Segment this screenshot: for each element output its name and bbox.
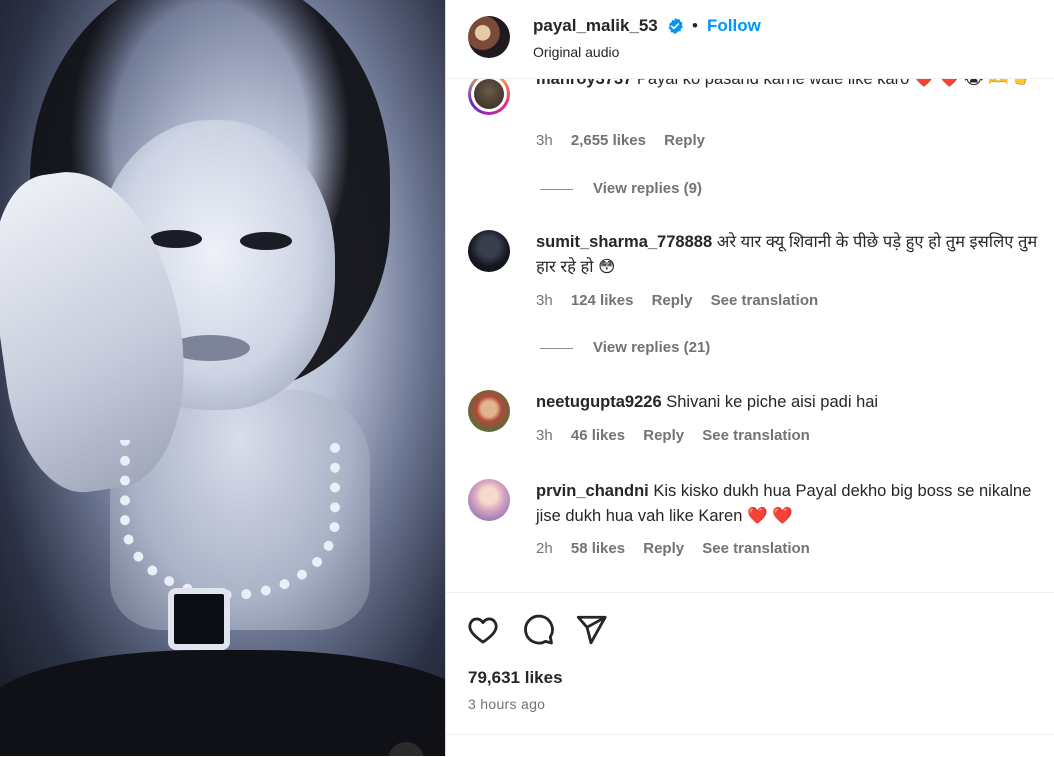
comment-time: 3h (536, 427, 553, 444)
share-icon[interactable] (574, 613, 608, 647)
comment-time: 3h (536, 132, 553, 149)
see-translation-button[interactable]: See translation (702, 427, 810, 444)
comment-likes[interactable]: 124 likes (571, 292, 634, 309)
author-username[interactable]: payal_malik_53 (533, 16, 658, 36)
comment-time: 3h (536, 292, 553, 309)
comment-meta: 2h 58 likes Reply See translation (536, 540, 824, 557)
follow-button[interactable]: Follow (707, 16, 761, 36)
heart-icon[interactable] (466, 613, 500, 647)
see-translation-button[interactable]: See translation (711, 292, 819, 309)
media-eye (240, 232, 292, 250)
comment-likes[interactable]: 58 likes (571, 540, 625, 557)
see-translation-button[interactable]: See translation (702, 540, 810, 557)
author-avatar[interactable] (468, 16, 510, 58)
comment-reply-button[interactable]: Reply (643, 540, 684, 557)
view-replies-label: View replies (9) (593, 180, 702, 197)
comment-username[interactable]: sumit_sharma_778888 (536, 233, 712, 251)
comment-avatar-story-ring[interactable] (468, 79, 510, 115)
comment-body: Shivani ke piche aisi padi hai (666, 393, 879, 411)
comment-meta: 3h 2,655 likes Reply (536, 132, 719, 149)
comment-meta: 3h 124 likes Reply See translation (536, 292, 832, 309)
comment-username[interactable]: neetugupta9226 (536, 393, 662, 411)
post-time: 3 hours ago (468, 696, 546, 712)
comment-time: 2h (536, 540, 553, 557)
separator-dot: • (692, 16, 698, 35)
comment-icon[interactable] (521, 613, 555, 647)
post-header: payal_malik_53 • Follow Original audio (446, 0, 1054, 79)
comments-list[interactable]: manroy3737 Payal ko pasand karne wale li… (446, 79, 1054, 591)
media-necklace (120, 440, 340, 600)
comment-text: manroy3737 Payal ko pasand karne wale li… (536, 79, 1054, 92)
post-panel: manroy3737 Payal ko pasand karne wale li… (446, 0, 1054, 757)
comment-text: prvin_chandni Kis kisko dukh hua Payal d… (536, 479, 1054, 529)
audio-label[interactable]: Original audio (533, 44, 619, 60)
comment-text: sumit_sharma_778888 अरे यार क्यू शिवानी … (536, 230, 1054, 280)
media-pendant (168, 588, 230, 650)
comment-text: neetugupta9226 Shivani ke piche aisi pad… (536, 390, 1054, 415)
reel-media[interactable] (0, 0, 445, 756)
comment-username[interactable]: prvin_chandni (536, 482, 649, 500)
comment-reply-button[interactable]: Reply (652, 292, 693, 309)
media-dress (0, 650, 445, 756)
replies-line (540, 188, 573, 190)
add-comment-divider (446, 734, 1054, 735)
comment-likes[interactable]: 2,655 likes (571, 132, 646, 149)
comment-avatar[interactable] (468, 479, 510, 521)
view-replies-button[interactable]: View replies (21) (540, 339, 710, 356)
comment-reply-button[interactable]: Reply (643, 427, 684, 444)
comment-avatar[interactable] (468, 230, 510, 272)
replies-line (540, 347, 573, 349)
comment-likes[interactable]: 46 likes (571, 427, 625, 444)
likes-count[interactable]: 79,631 likes (468, 668, 563, 688)
comment-avatar[interactable] (468, 390, 510, 432)
media-eye (150, 230, 202, 248)
comment-reply-button[interactable]: Reply (664, 132, 705, 149)
view-replies-label: View replies (21) (593, 339, 711, 356)
comment-meta: 3h 46 likes Reply See translation (536, 427, 824, 444)
comment-body: Payal ko pasand karne wale like karo ❤️ … (636, 79, 1034, 88)
verified-badge-icon (668, 17, 683, 35)
view-replies-button[interactable]: View replies (9) (540, 180, 702, 197)
comment-username[interactable]: manroy3737 (536, 79, 632, 88)
